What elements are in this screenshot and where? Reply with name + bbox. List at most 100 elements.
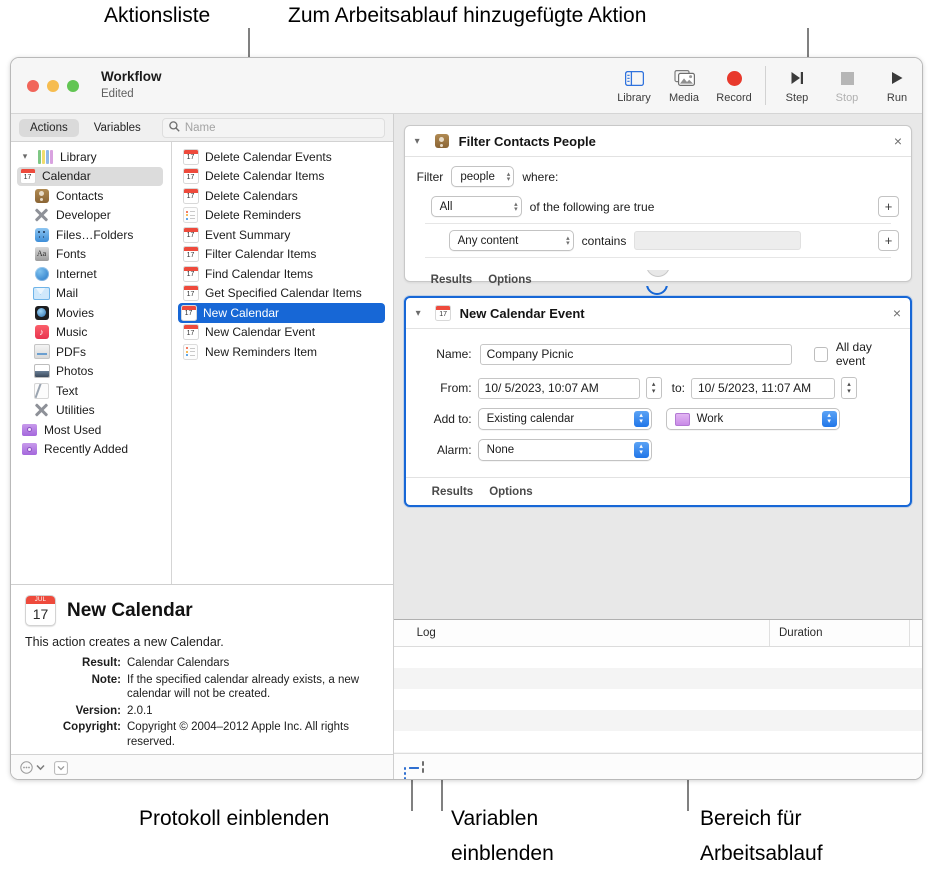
log-rows[interactable] — [393, 647, 922, 753]
sidebar-item-developer[interactable]: Developer — [11, 206, 171, 226]
add-to-popup[interactable]: Existing calendar ▴ ▾ — [477, 408, 652, 430]
sidebar-item-files-folders[interactable]: Files…Folders — [11, 225, 171, 245]
chevron-down-icon[interactable]: ▾ — [19, 151, 31, 162]
log-row[interactable] — [394, 731, 922, 752]
run-toolbar-button[interactable]: Run — [872, 58, 922, 104]
sidebar-item-music[interactable]: ♪ Music — [11, 323, 171, 343]
sidebar-label-photos: Photos — [56, 364, 94, 379]
calendar-icon — [435, 305, 452, 321]
description-value: 2.0.1 — [127, 704, 153, 717]
description-field-version: Version: 2.0.1 — [25, 704, 379, 719]
results-tab[interactable]: Results — [431, 274, 473, 286]
sidebar-label-movies: Movies — [56, 305, 95, 320]
event-from-input[interactable]: 10/ 5/2023, 10:07 AM — [477, 377, 640, 399]
search-field[interactable]: Name — [161, 117, 385, 138]
event-to-value: 10/ 5/2023, 11:07 AM — [697, 381, 812, 395]
match-mode-popup[interactable]: All ▴ ▾ — [430, 196, 522, 217]
calendar-icon — [180, 304, 197, 321]
minimize-window-button[interactable] — [47, 79, 59, 92]
action-options-menu-button[interactable] — [20, 761, 45, 774]
close-window-button[interactable] — [27, 79, 39, 92]
action-label: Delete Calendars — [205, 188, 298, 203]
sidebar-item-utilities[interactable]: Utilities — [11, 401, 171, 421]
sidebar-item-photos[interactable]: Photos — [11, 362, 171, 382]
sidebar-item-mail[interactable]: Mail — [11, 284, 171, 304]
action-item-new-calendar[interactable]: New Calendar — [178, 303, 385, 323]
media-toolbar-button[interactable]: Media — [659, 58, 709, 104]
options-tab[interactable]: Options — [488, 274, 531, 286]
sidebar-item-pdfs[interactable]: PDFs — [11, 342, 171, 362]
description-key: Copyright: — [62, 721, 121, 733]
chevron-down-icon[interactable]: ▾ — [415, 136, 426, 147]
action-card-filter-contacts-people[interactable]: ▾ Filter Contacts People × Filter people… — [403, 125, 912, 286]
record-toolbar-button[interactable]: Record — [709, 58, 759, 104]
calendar-icon — [182, 226, 199, 243]
sidebar-item-most-used[interactable]: Most Used — [11, 420, 171, 440]
sidebar-item-recently-added[interactable]: Recently Added — [11, 440, 171, 460]
event-from-stepper[interactable]: ▴ ▾ — [645, 377, 662, 399]
tab-actions[interactable]: Actions — [19, 118, 79, 137]
all-day-event-checkbox[interactable] — [814, 346, 828, 362]
condition-field-popup[interactable]: Any content ▴ ▾ — [448, 230, 574, 251]
sidebar-item-calendar[interactable]: Calendar — [17, 166, 163, 186]
toolbar-group-right: Step Stop Run — [772, 58, 922, 113]
log-column-header[interactable]: Log — [394, 620, 770, 646]
sidebar-item-movies[interactable]: Movies — [11, 303, 171, 323]
duration-column-header[interactable]: Duration — [770, 620, 910, 646]
show-variables-icon[interactable] — [421, 761, 424, 773]
log-row[interactable] — [394, 689, 922, 710]
condition-value-input[interactable] — [634, 231, 802, 250]
action-item-delete-reminders[interactable]: Delete Reminders — [172, 206, 393, 226]
window-body: Actions Variables Name ▾ Library 17 Cale… — [11, 114, 922, 779]
tab-variables[interactable]: Variables — [83, 119, 152, 137]
toggle-description-button[interactable] — [54, 760, 68, 775]
filter-target-popup[interactable]: people ▴ ▾ — [451, 166, 515, 187]
callout-bereich-arbeitsablauf-line2: Arbeitsablauf — [700, 842, 823, 865]
action-item-delete-calendars[interactable]: Delete Calendars — [172, 186, 393, 206]
action-card-new-calendar-event[interactable]: ▾ New Calendar Event × Name: Company Pic… — [403, 286, 912, 507]
close-icon[interactable]: × — [893, 305, 901, 321]
action-item-delete-calendar-events[interactable]: Delete Calendar Events — [172, 147, 393, 167]
event-name-input[interactable]: Company Picnic — [479, 343, 793, 365]
log-row[interactable] — [393, 668, 922, 689]
step-toolbar-button[interactable]: Step — [772, 58, 822, 104]
close-icon[interactable]: × — [894, 133, 902, 149]
add-group-button[interactable]: + — [878, 196, 899, 217]
action-item-find-calendar-items[interactable]: Find Calendar Items — [172, 264, 393, 284]
sidebar-item-internet[interactable]: Internet — [11, 264, 171, 284]
action-item-new-reminders-item[interactable]: New Reminders Item — [172, 342, 393, 362]
sidebar-item-contacts[interactable]: Contacts — [11, 186, 171, 206]
sidebar-item-library[interactable]: ▾ Library — [11, 147, 171, 167]
zoom-window-button[interactable] — [67, 79, 79, 92]
action-item-get-specified-calendar-items[interactable]: Get Specified Calendar Items — [172, 284, 393, 304]
add-condition-button[interactable]: + — [878, 230, 899, 251]
calendar-popup[interactable]: Work ▴ ▾ — [665, 408, 840, 430]
calendar-icon — [182, 168, 199, 185]
card-header: ▾ Filter Contacts People × — [404, 126, 911, 157]
event-to-stepper[interactable]: ▴ ▾ — [840, 377, 857, 399]
sidebar-item-fonts[interactable]: Aa Fonts — [11, 245, 171, 265]
log-table-header: Log Duration — [393, 620, 922, 647]
action-item-new-calendar-event[interactable]: New Calendar Event — [172, 323, 393, 343]
alarm-popup[interactable]: None ▴ ▾ — [477, 439, 652, 461]
workflow-canvas[interactable]: ▾ Filter Contacts People × Filter people… — [394, 114, 922, 619]
stop-toolbar-button[interactable]: Stop — [822, 58, 872, 104]
library-panel: Actions Variables Name ▾ Library 17 Cale… — [11, 114, 394, 779]
action-item-event-summary[interactable]: Event Summary — [172, 225, 393, 245]
library-toolbar-button[interactable]: Library — [609, 58, 659, 104]
sidebar-label-recently-added: Recently Added — [44, 442, 129, 457]
library-panel-icon — [624, 67, 644, 89]
chevron-down-icon[interactable]: ▾ — [416, 308, 427, 319]
pdf-icon — [33, 344, 50, 360]
event-to-input[interactable]: 10/ 5/2023, 11:07 AM — [690, 377, 835, 399]
log-row[interactable] — [393, 710, 922, 731]
sidebar-label-calendar: Calendar — [42, 169, 91, 184]
log-row[interactable] — [394, 647, 922, 668]
description-title: New Calendar — [67, 599, 193, 621]
sidebar-item-text[interactable]: Text — [11, 381, 171, 401]
condition-row: Any content ▴ ▾ contains + — [417, 230, 899, 251]
results-tab[interactable]: Results — [432, 486, 474, 498]
options-tab[interactable]: Options — [489, 486, 532, 498]
action-item-filter-calendar-items[interactable]: Filter Calendar Items — [172, 245, 393, 265]
action-item-delete-calendar-items[interactable]: Delete Calendar Items — [172, 167, 393, 187]
